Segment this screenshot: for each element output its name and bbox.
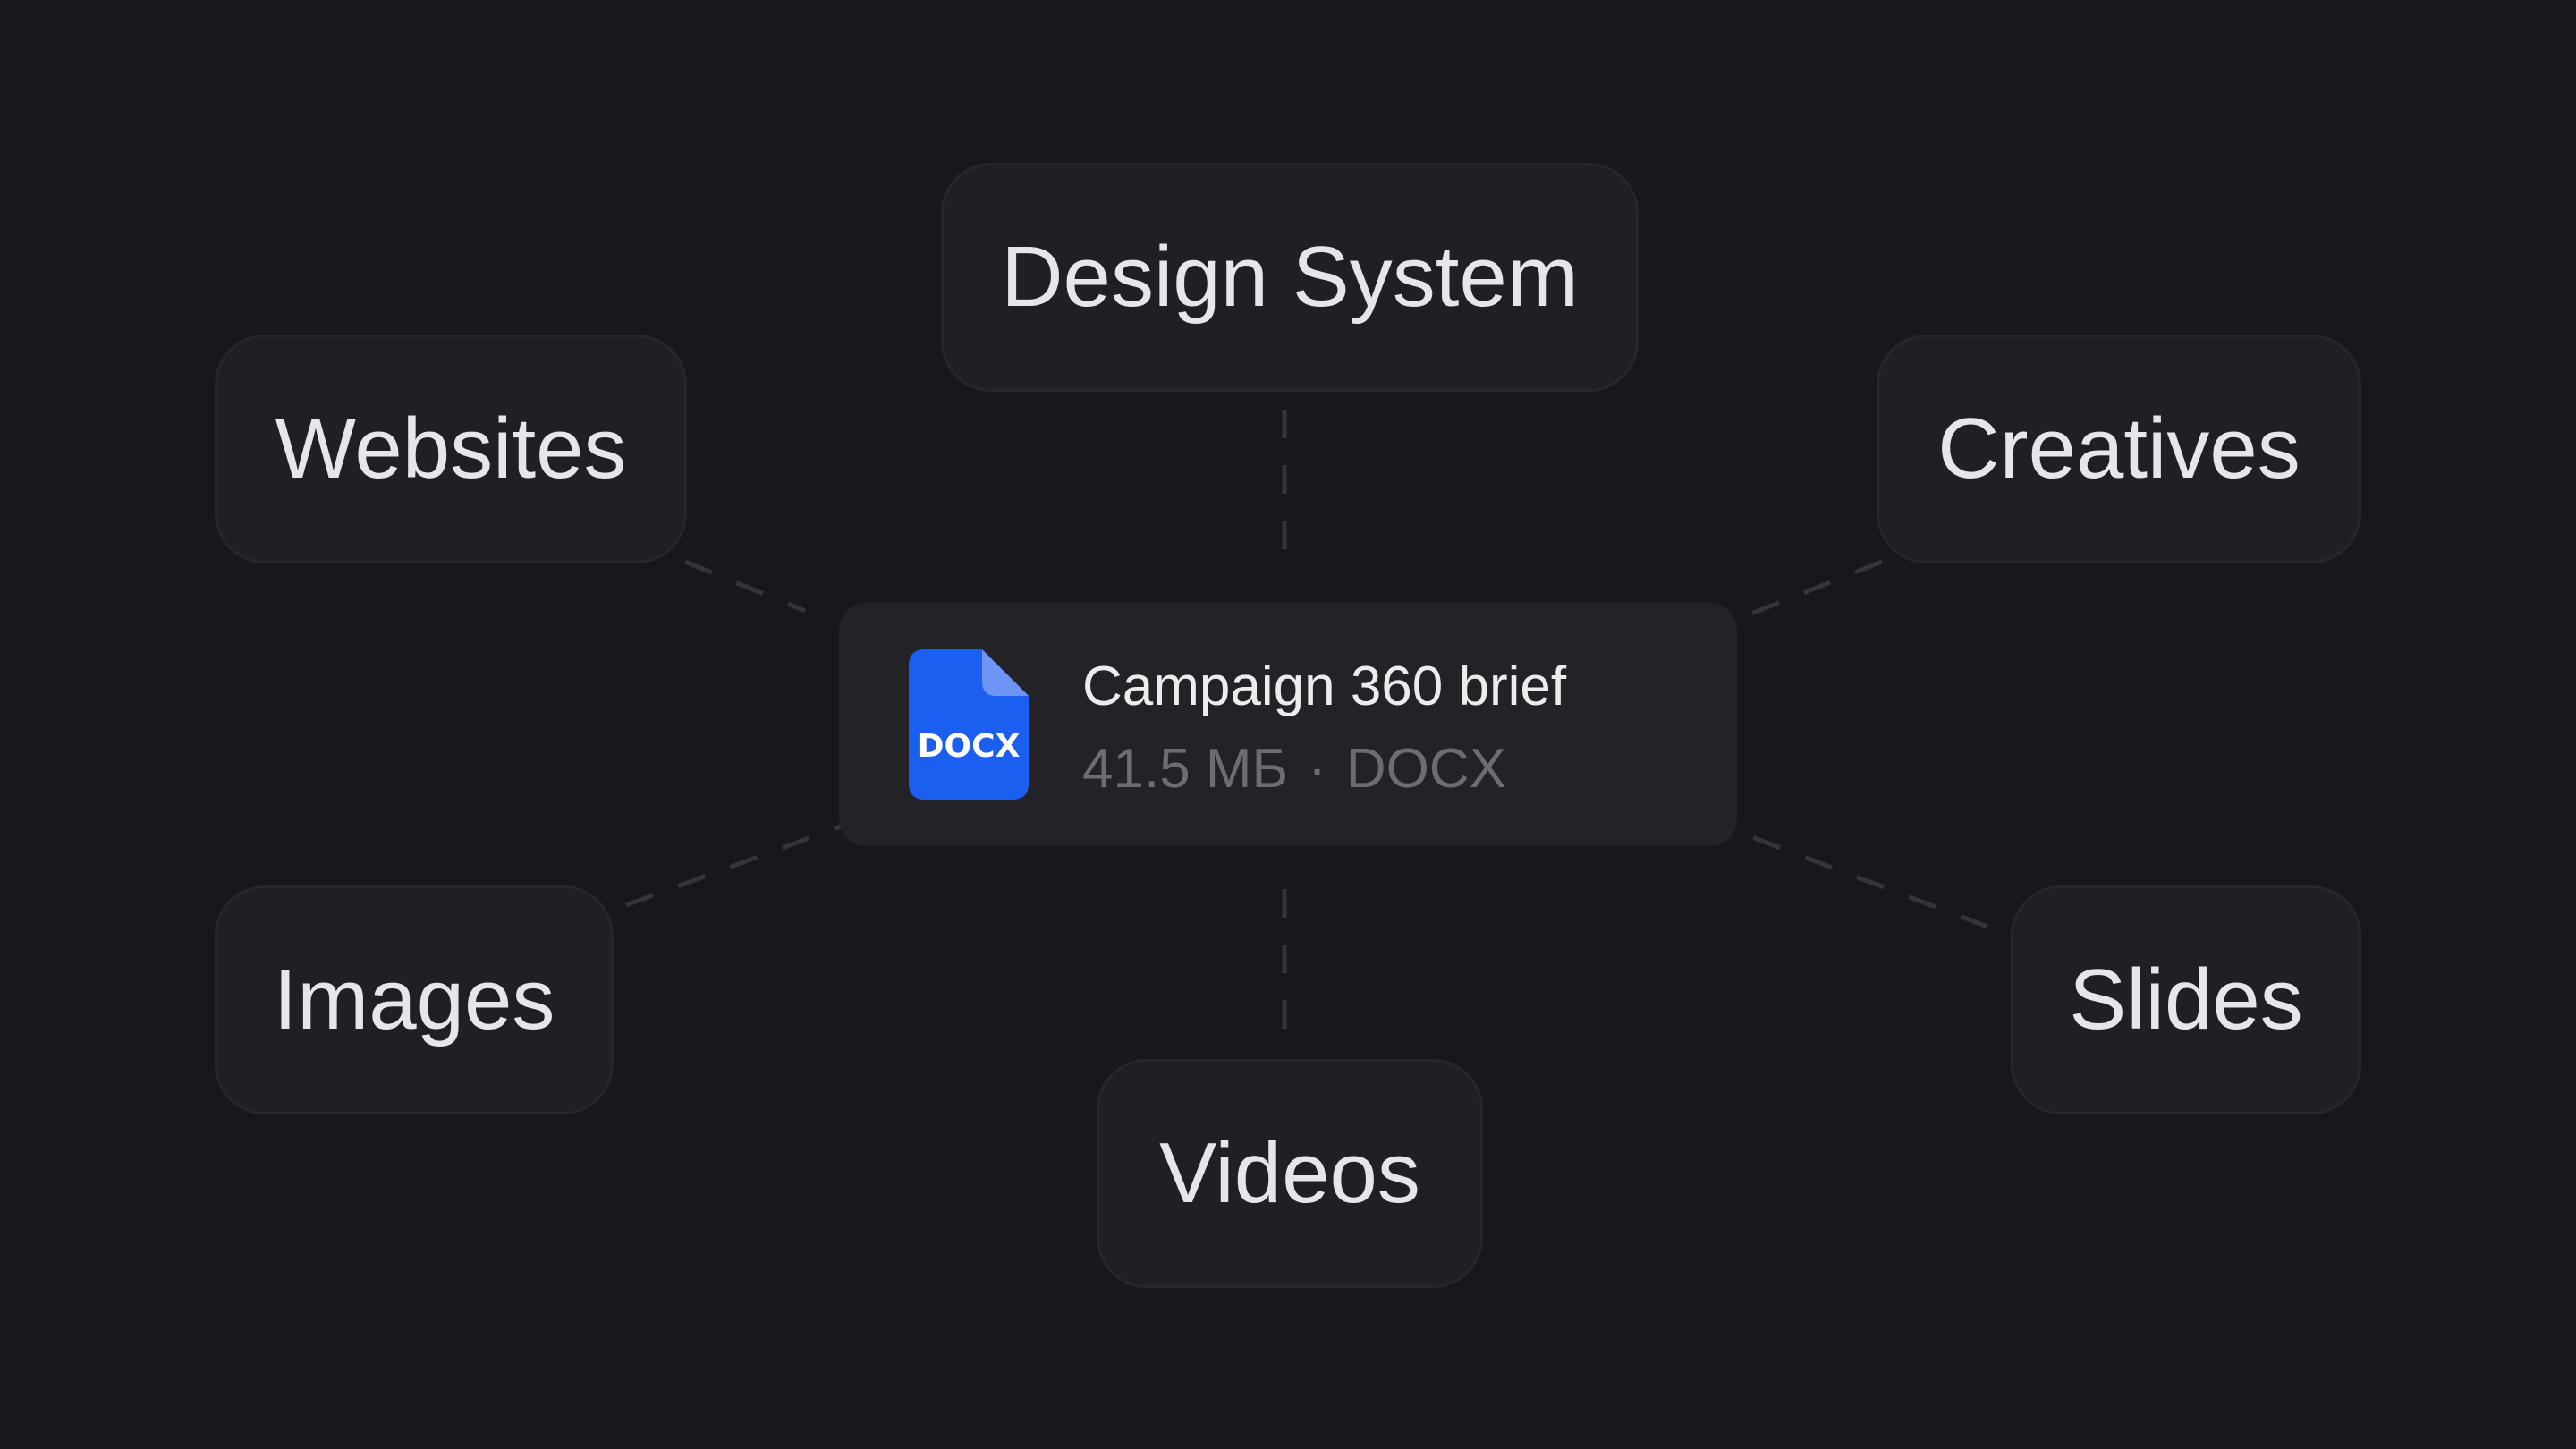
node-creatives-label: Creatives [1937, 401, 2301, 496]
node-design-system-label: Design System [1001, 229, 1579, 325]
node-websites-label: Websites [275, 401, 627, 496]
file-size: 41.5 МБ [1082, 738, 1289, 800]
connector-websites [684, 559, 806, 614]
file-card[interactable]: DOCX Campaign 360 brief 41.5 МБ · DOCX [839, 603, 1737, 846]
file-name: Campaign 360 brief [1082, 656, 1567, 717]
node-images[interactable]: Images [215, 886, 614, 1114]
connector-images [625, 824, 842, 908]
node-videos[interactable]: Videos [1097, 1059, 1483, 1288]
connector-creatives [1733, 559, 1883, 623]
node-creatives[interactable]: Creatives [1877, 335, 2361, 564]
node-slides[interactable]: Slides [2011, 886, 2361, 1114]
file-icon-label: DOCX [917, 728, 1021, 765]
node-images-label: Images [273, 952, 555, 1047]
file-type: DOCX [1345, 738, 1507, 800]
document-icon: DOCX [909, 649, 1029, 800]
file-meta: 41.5 МБ · DOCX [1082, 737, 1506, 801]
node-slides-label: Slides [2069, 952, 2303, 1047]
node-design-system[interactable]: Design System [941, 163, 1639, 392]
meta-separator: · [1308, 738, 1326, 800]
node-websites[interactable]: Websites [215, 335, 687, 564]
connector-slides [1733, 827, 1988, 929]
node-videos-label: Videos [1159, 1125, 1420, 1221]
diagram-canvas: Design System Websites Creatives Images … [0, 0, 2576, 1449]
